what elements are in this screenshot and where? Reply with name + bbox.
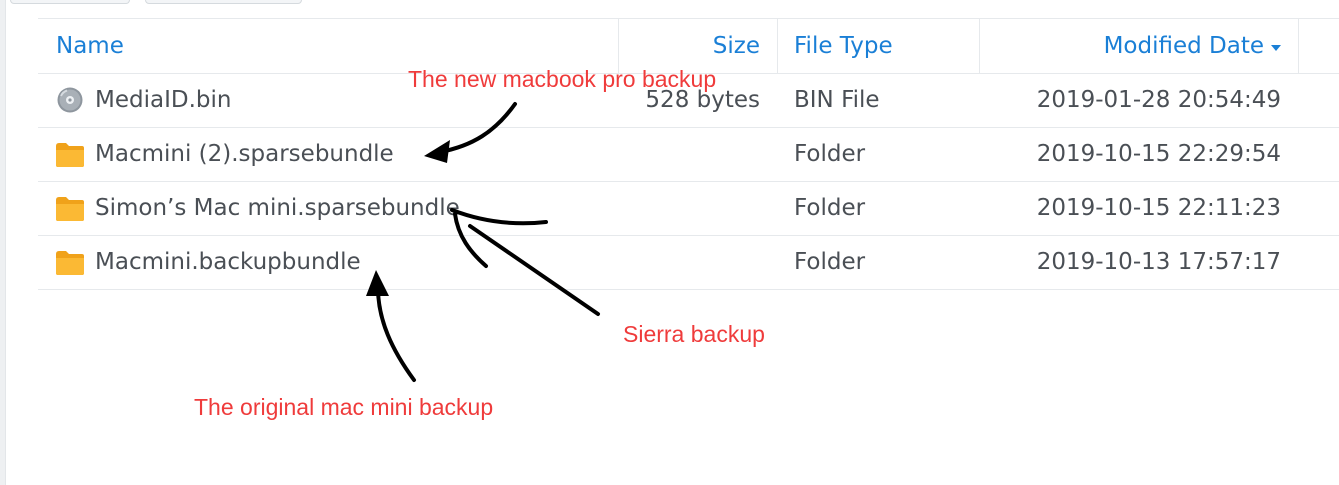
- column-header-file-type-label: File Type: [794, 33, 893, 59]
- file-type: Folder: [794, 195, 866, 221]
- modified-date: 2019-10-13 17:57:17: [1036, 249, 1281, 275]
- folder-icon: [56, 251, 84, 275]
- file-size: [618, 181, 760, 235]
- table-row[interactable]: Simon’s Mac mini.sparsebundle Folder 201…: [38, 181, 1339, 236]
- top-tab-1[interactable]: [10, 0, 130, 4]
- column-header-modified-date-label: Modified Date: [1103, 33, 1264, 59]
- file-name[interactable]: MediaID.bin: [95, 73, 231, 127]
- file-type: BIN File: [794, 87, 880, 113]
- column-header-size-label: Size: [712, 33, 760, 59]
- annotation-new-macbook: The new macbook pro backup: [408, 66, 717, 92]
- folder-icon: [56, 197, 84, 221]
- column-header-name-label: Name: [56, 33, 124, 59]
- file-size: [618, 235, 760, 289]
- file-name[interactable]: Simon’s Mac mini.sparsebundle: [95, 181, 460, 235]
- modified-date: 2019-01-28 20:54:49: [1036, 87, 1281, 113]
- column-separator[interactable]: [1298, 19, 1299, 73]
- file-type: Folder: [794, 141, 866, 167]
- column-header-modified-date[interactable]: Modified Date: [979, 19, 1281, 73]
- annotation-original: The original mac mini backup: [194, 394, 494, 420]
- column-header-file-type[interactable]: File Type: [794, 19, 974, 73]
- column-header-name[interactable]: Name: [56, 19, 616, 73]
- top-tab-2[interactable]: [145, 0, 302, 4]
- column-header-size[interactable]: Size: [618, 19, 760, 73]
- sort-descending-icon: [1271, 45, 1281, 51]
- disk-image-icon: [57, 87, 83, 113]
- column-separator[interactable]: [777, 19, 778, 73]
- modified-date: 2019-10-15 22:11:23: [1036, 195, 1281, 221]
- table-row[interactable]: Macmini.backupbundle Folder 2019-10-13 1…: [38, 235, 1339, 290]
- file-name[interactable]: Macmini (2).sparsebundle: [95, 127, 394, 181]
- left-border-line: [5, 0, 6, 485]
- file-type: Folder: [794, 249, 866, 275]
- table-row[interactable]: Macmini (2).sparsebundle Folder 2019-10-…: [38, 127, 1339, 182]
- folder-icon: [56, 143, 84, 167]
- annotation-sierra: Sierra backup: [623, 321, 765, 347]
- file-name[interactable]: Macmini.backupbundle: [95, 235, 361, 289]
- file-size: [618, 127, 760, 181]
- modified-date: 2019-10-15 22:29:54: [1036, 141, 1281, 167]
- arrow-original: [376, 286, 416, 382]
